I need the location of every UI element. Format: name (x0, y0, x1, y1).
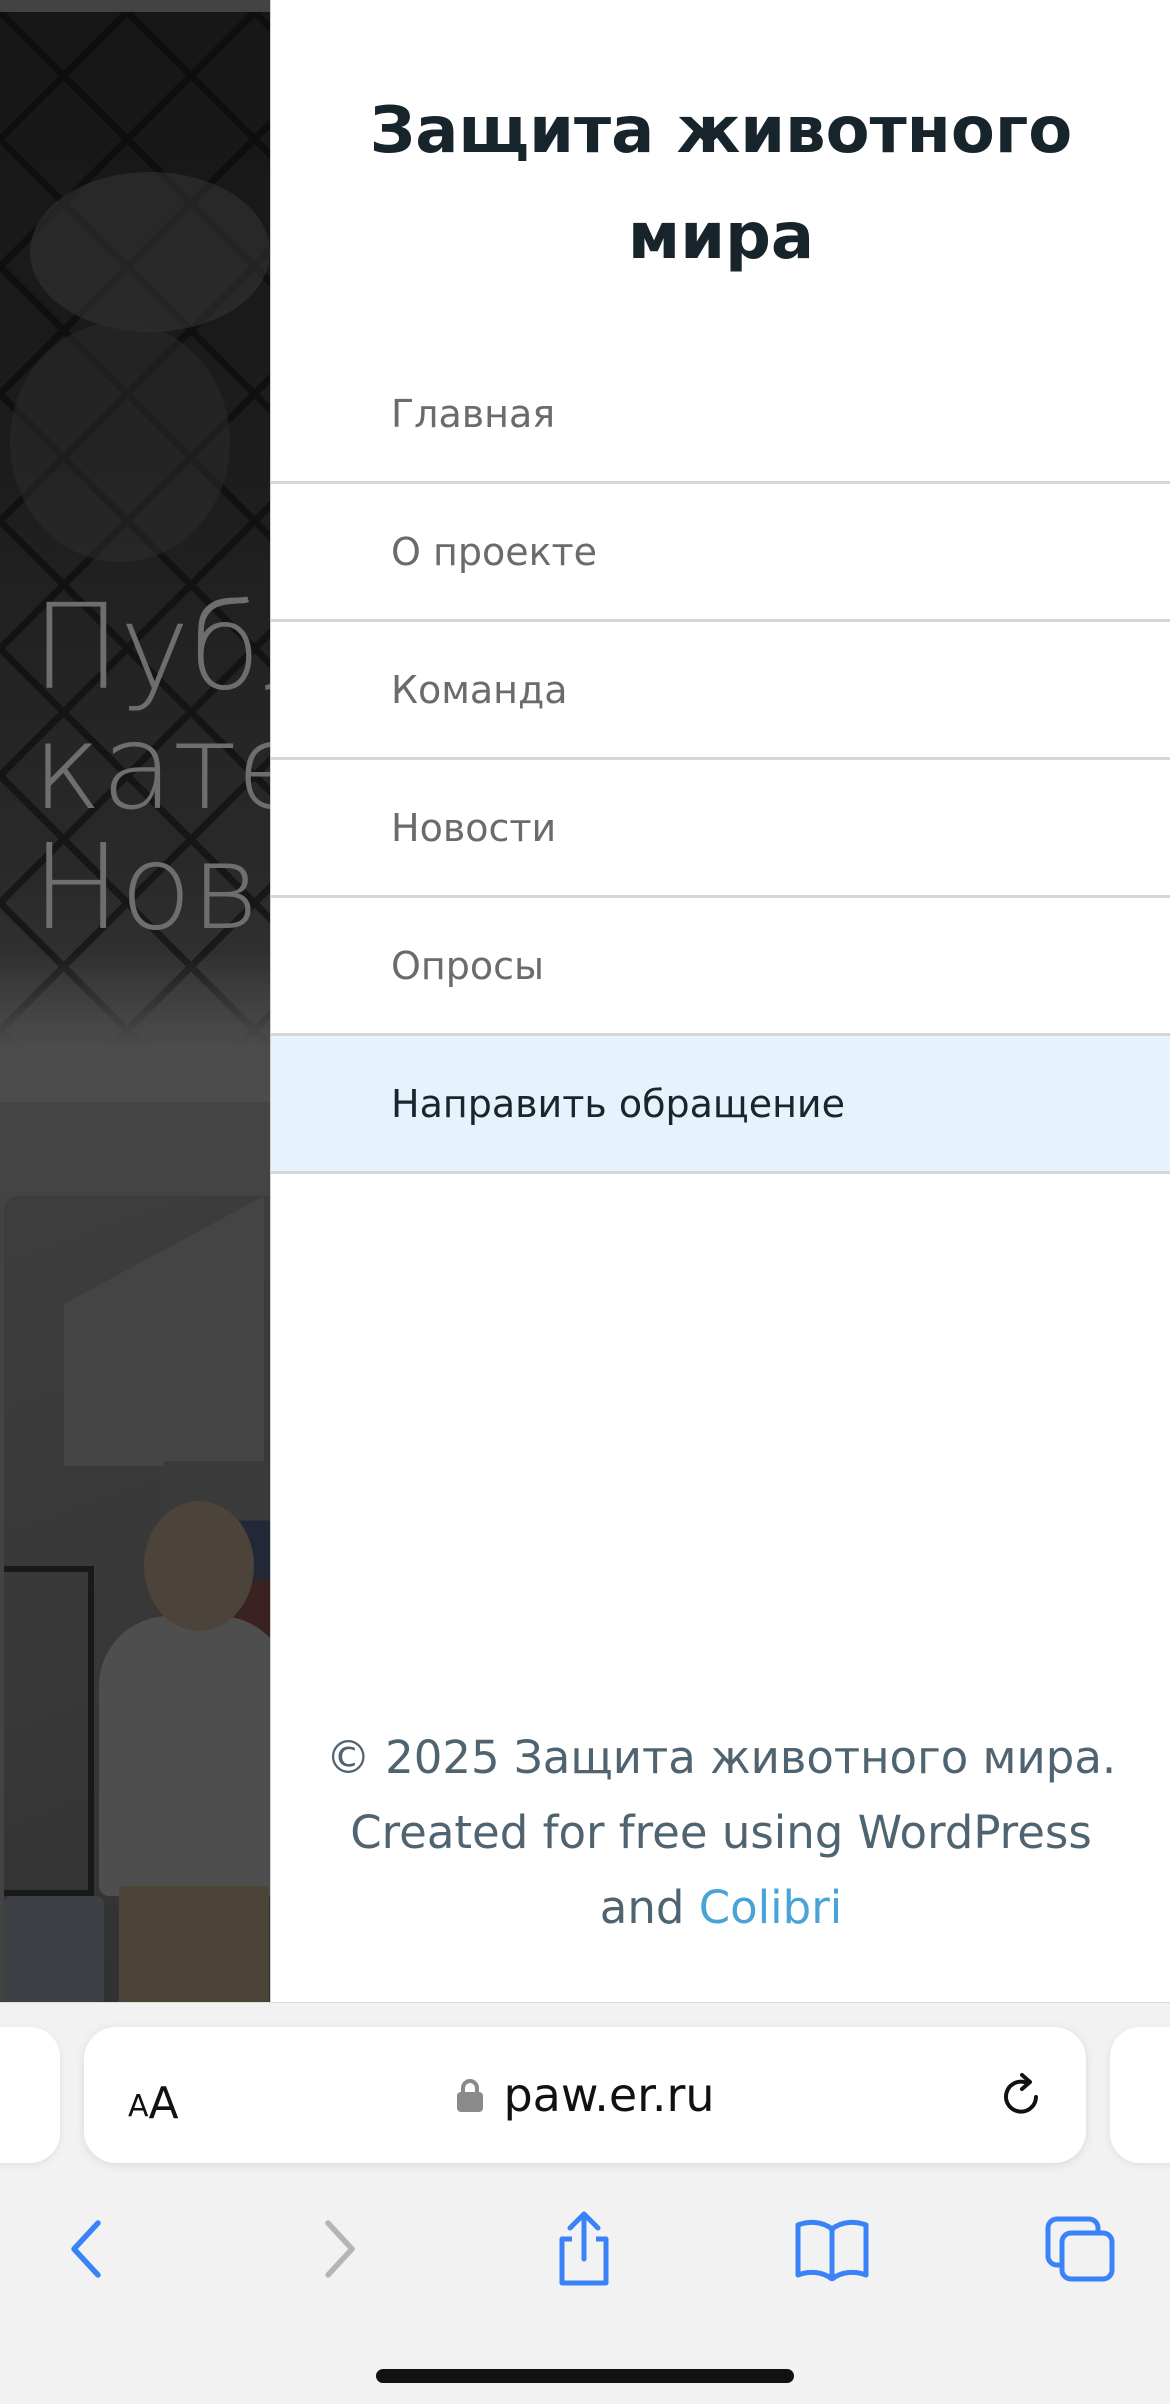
footer-copyright: © 2025 Защита животного мира. (325, 1731, 1117, 1784)
tabs-icon (1045, 2216, 1115, 2282)
share-icon (559, 2211, 609, 2286)
menu-item-label: Опросы (391, 943, 545, 988)
text-size-small-glyph: A (128, 2089, 149, 2124)
url-text: paw.er.ru (503, 2068, 715, 2122)
forward-button[interactable] (300, 2209, 380, 2289)
footer-credit-line: and Colibri (311, 1870, 1131, 1945)
drawer-footer: © 2025 Защита животного мира. Created fo… (271, 1720, 1170, 1945)
chevron-right-icon (325, 2220, 355, 2278)
menu-item-news[interactable]: Новости (271, 760, 1170, 898)
footer-credit: Created for free using WordPress (350, 1806, 1092, 1859)
tabs-button[interactable] (1040, 2209, 1120, 2289)
menu-item-team[interactable]: Команда (271, 622, 1170, 760)
site-title[interactable]: Защита животного мира (271, 78, 1170, 290)
previous-tab-preview[interactable] (0, 2027, 60, 2163)
back-button[interactable] (46, 2209, 126, 2289)
menu-item-label: Команда (391, 667, 568, 712)
menu-item-label: Главная (391, 391, 556, 436)
dim-overlay[interactable] (0, 0, 270, 2002)
colibri-link[interactable]: Colibri (699, 1881, 843, 1934)
menu-item-submit-appeal[interactable]: Направить обращение (271, 1036, 1170, 1174)
menu-item-label: Направить обращение (391, 1081, 845, 1126)
chevron-left-icon (71, 2220, 101, 2278)
menu-item-home[interactable]: Главная (271, 346, 1170, 484)
menu-item-about[interactable]: О проекте (271, 484, 1170, 622)
bookmarks-button[interactable] (792, 2209, 872, 2289)
next-tab-preview[interactable] (1110, 2027, 1170, 2163)
home-indicator[interactable] (376, 2369, 794, 2383)
share-button[interactable] (544, 2209, 624, 2289)
reload-icon[interactable] (996, 2071, 1046, 2121)
address-bar[interactable]: paw.er.ru AA (84, 2027, 1086, 2163)
browser-toolbar: paw.er.ru AA (0, 2002, 1170, 2404)
footer-credit-prefix: and (599, 1881, 699, 1934)
navigation-toolbar (0, 2193, 1170, 2303)
menu-item-label: О проекте (391, 529, 598, 574)
lock-icon (457, 2079, 484, 2112)
book-icon (795, 2219, 869, 2281)
url-display[interactable]: paw.er.ru (84, 2027, 1086, 2163)
text-size-button[interactable]: AA (128, 2063, 179, 2127)
text-size-big-glyph: A (148, 2078, 179, 2129)
navigation-drawer: Защита животного мира Главная О проекте … (270, 0, 1170, 2002)
menu-item-polls[interactable]: Опросы (271, 898, 1170, 1036)
menu-item-label: Новости (391, 805, 557, 850)
drawer-menu: Главная О проекте Команда Новости Опросы… (271, 346, 1170, 1174)
